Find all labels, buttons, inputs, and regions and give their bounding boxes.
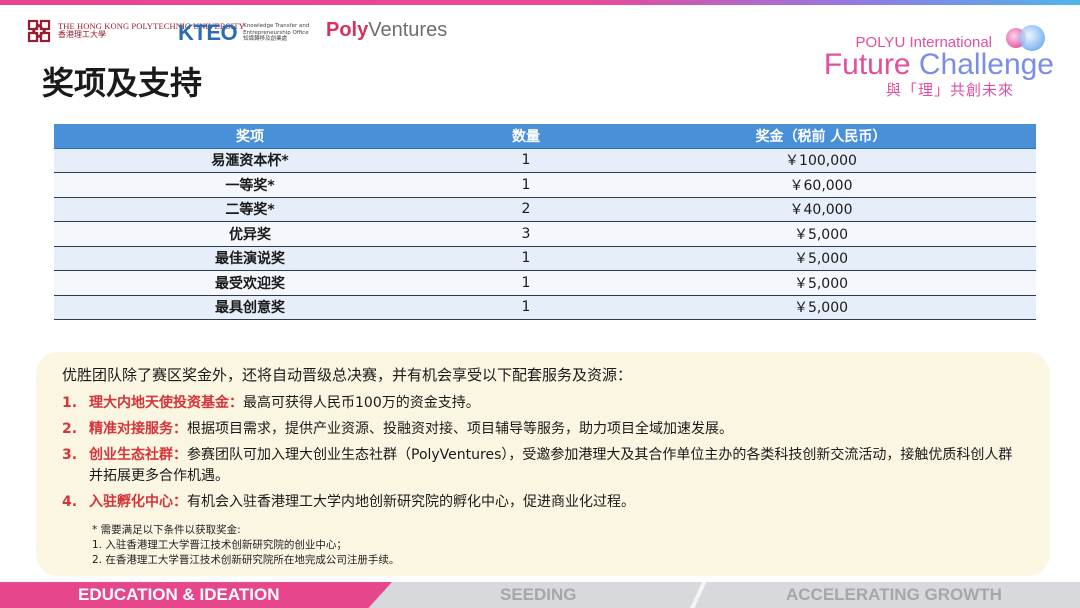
table-row: 一等奖* 1 ￥60,000 bbox=[54, 172, 1036, 198]
award-prize: ￥5,000 bbox=[606, 295, 1036, 320]
list-item: 2. 精准对接服务：根据项目需求，提供产业资源、投融资对接、项目辅导等服务，助力… bbox=[62, 419, 1024, 440]
header-award: 奖项 bbox=[54, 124, 446, 149]
award-prize: ￥5,000 bbox=[606, 221, 1036, 247]
table-row: 最佳演说奖 1 ￥5,000 bbox=[54, 246, 1036, 271]
header-quantity: 数量 bbox=[446, 124, 606, 149]
award-name: 易滙资本杯* bbox=[54, 148, 446, 173]
item-label: 理大内地天使投资基金： bbox=[89, 395, 243, 411]
award-prize: ￥5,000 bbox=[606, 270, 1036, 296]
award-quantity: 1 bbox=[446, 270, 606, 296]
award-name: 最具创意奖 bbox=[54, 295, 446, 320]
award-name: 最佳演说奖 bbox=[54, 246, 446, 271]
table-row: 二等奖* 2 ￥40,000 bbox=[54, 197, 1036, 222]
item-text: 参赛团队可加入理大创业生态社群（PolyVentures），受邀参加港理大及其合… bbox=[89, 447, 1013, 484]
item-number: 1. bbox=[62, 395, 78, 411]
prize-conditions-notes: * 需要满足以下条件以获取奖金: 1. 入驻香港理工大学晋江技术创新研究院的创业… bbox=[92, 523, 1024, 568]
kteo-subtitle-zh: 知識轉移及創業處 bbox=[243, 36, 288, 43]
award-prize: ￥100,000 bbox=[606, 148, 1036, 173]
award-name: 优异奖 bbox=[54, 221, 446, 247]
award-prize: ￥60,000 bbox=[606, 172, 1036, 198]
prize-table: 奖项 数量 奖金（税前 人民币） 易滙资本杯* 1 ￥100,000 一等奖* … bbox=[54, 124, 1036, 320]
table-row: 最受欢迎奖 1 ￥5,000 bbox=[54, 270, 1036, 296]
note-line: 2. 在香港理工大学晋江技术创新研究院所在地完成公司注册手续。 bbox=[92, 554, 400, 566]
award-prize: ￥40,000 bbox=[606, 197, 1036, 222]
note-line: 1. 入驻香港理工大学晋江技术创新研究院的创业中心； bbox=[92, 539, 347, 551]
award-quantity: 1 bbox=[446, 295, 606, 320]
table-header-row: 奖项 数量 奖金（税前 人民币） bbox=[54, 124, 1036, 149]
challenge-line3: 與「理」共創未來 bbox=[885, 81, 1014, 99]
award-quantity: 1 bbox=[446, 246, 606, 271]
challenge-line2a: Future bbox=[823, 48, 911, 81]
top-gradient-strip bbox=[0, 0, 1080, 5]
polyventures-logo-rest: Ventures bbox=[368, 19, 448, 41]
chevron-divider-icon bbox=[690, 582, 707, 608]
header-prize: 奖金（税前 人民币） bbox=[606, 124, 1036, 149]
award-prize: ￥5,000 bbox=[606, 246, 1036, 271]
list-item: 1. 理大内地天使投资基金：最高可获得人民币100万的资金支持。 bbox=[62, 393, 1024, 414]
polyu-emblem-icon bbox=[27, 19, 51, 43]
stage-education-ideation: EDUCATION & IDEATION bbox=[0, 582, 392, 608]
info-intro: 优胜团队除了赛区奖金外，还将自动晋级总决赛，并有机会享受以下配套服务及资源： bbox=[62, 366, 633, 384]
stage-label: EDUCATION & IDEATION bbox=[78, 585, 280, 604]
item-number: 3. bbox=[62, 447, 78, 463]
future-challenge-logo: POLYU International Future Challenge 與「理… bbox=[824, 22, 1054, 100]
list-item: 3. 创业生态社群：参赛团队可加入理大创业生态社群（PolyVentures），… bbox=[62, 445, 1024, 487]
page-title: 奖项及支持 bbox=[42, 64, 203, 102]
award-quantity: 1 bbox=[446, 148, 606, 173]
award-name: 一等奖* bbox=[54, 172, 446, 198]
item-text: 根据项目需求，提供产业资源、投融资对接、项目辅导等服务，助力项目全域加速发展。 bbox=[187, 421, 733, 437]
award-name: 二等奖* bbox=[54, 197, 446, 222]
challenge-line2b: Challenge bbox=[918, 48, 1054, 81]
award-quantity: 2 bbox=[446, 197, 606, 222]
award-name: 最受欢迎奖 bbox=[54, 270, 446, 296]
kteo-logo: KTEO Knowledge Transfer and Entrepreneur… bbox=[178, 20, 309, 46]
note-line: * 需要满足以下条件以获取奖金: bbox=[92, 524, 241, 536]
stage-seeding: SEEDING bbox=[500, 585, 577, 604]
support-info-box: 优胜团队除了赛区奖金外，还将自动晋级总决赛，并有机会享受以下配套服务及资源： 1… bbox=[36, 352, 1050, 576]
award-quantity: 1 bbox=[446, 172, 606, 198]
list-item: 4. 入驻孵化中心：有机会入驻香港理工大学内地创新研究院的孵化中心，促进商业化过… bbox=[62, 492, 1024, 513]
table-row: 最具创意奖 1 ￥5,000 bbox=[54, 295, 1036, 320]
polyventures-logo-poly: Poly bbox=[326, 19, 369, 41]
item-number: 2. bbox=[62, 421, 78, 437]
challenge-line2: Future Challenge bbox=[824, 50, 1054, 80]
table-row: 易滙资本杯* 1 ￥100,000 bbox=[54, 148, 1036, 173]
kteo-subtitle-1: Knowledge Transfer and bbox=[243, 22, 310, 29]
item-label: 入驻孵化中心： bbox=[89, 494, 187, 510]
item-label: 创业生态社群： bbox=[89, 447, 187, 463]
polyventures-logo: PolyVentures bbox=[326, 19, 447, 42]
table-row: 优异奖 3 ￥5,000 bbox=[54, 221, 1036, 247]
item-label: 精准对接服务： bbox=[89, 421, 187, 437]
item-text: 最高可获得人民币100万的资金支持。 bbox=[243, 395, 480, 411]
item-text: 有机会入驻香港理工大学内地创新研究院的孵化中心，促进商业化过程。 bbox=[187, 494, 635, 510]
award-quantity: 3 bbox=[446, 221, 606, 247]
kteo-logo-text: KTEO bbox=[178, 20, 238, 45]
stage-footer-bar: EDUCATION & IDEATION SEEDING ACCELERATIN… bbox=[0, 582, 1080, 608]
item-number: 4. bbox=[62, 494, 78, 510]
stage-accelerating-growth: ACCELERATING GROWTH bbox=[786, 585, 1002, 604]
